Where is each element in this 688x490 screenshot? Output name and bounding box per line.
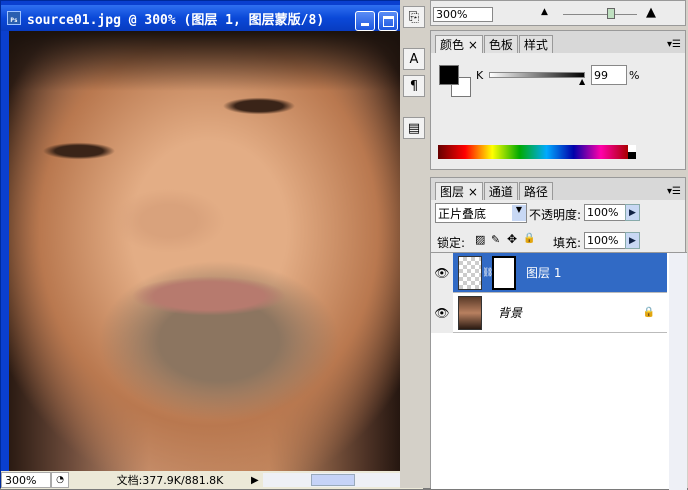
status-icon[interactable]: ◔ [51, 472, 69, 488]
status-menu-arrow-icon[interactable]: ▶ [251, 475, 263, 486]
layer-name: 背景 [498, 306, 523, 320]
opacity-slider-button[interactable]: ▶ [625, 204, 640, 221]
k-slider[interactable] [489, 72, 585, 78]
tab-swatches[interactable]: 色板 [483, 35, 518, 53]
tab-styles[interactable]: 样式 [518, 35, 553, 53]
visibility-eye-icon[interactable]: 👁 [431, 252, 453, 293]
panel-dock: 300% ▲ ▲ 颜色 × 色板 样式 ▾☰ K ▲ 99 % 图层 × 通道 路径 ▾… [428, 0, 688, 490]
layers-panel: 图层 × 通道 路径 ▾☰ 正片叠底 ▼ 不透明度: 100% ▶ 锁定: ▨ ✎ ✥… [430, 177, 687, 490]
fill-slider-button[interactable]: ▶ [625, 232, 640, 249]
lock-icon: 🔒 [642, 307, 655, 318]
k-value-field[interactable]: 99 [591, 65, 627, 85]
percent-label: % [629, 69, 640, 82]
status-bar: 300% ◔ 文档:377.9K/881.8K ▶ [1, 471, 423, 489]
layer-comps-icon[interactable]: ▤ [403, 117, 425, 139]
layer-name: 图层 1 [526, 266, 562, 280]
zoom-field[interactable]: 300% [1, 472, 51, 488]
channel-label: K [476, 69, 484, 82]
lock-all-icon[interactable]: 🔒 [523, 233, 535, 244]
layer-mask-thumbnail[interactable] [492, 255, 516, 290]
layer-row-background[interactable]: 👁 背景 🔒 [431, 292, 667, 333]
paragraph-icon[interactable]: ¶ [403, 75, 425, 97]
tab-label: 颜色 [440, 38, 465, 52]
layers-list: 👁 ⛓ 图层 1 👁 背景 🔒 [431, 252, 687, 490]
zoom-slider-handle[interactable] [607, 8, 615, 19]
maximize-button[interactable] [378, 11, 398, 31]
lock-move-icon[interactable]: ✥ [507, 232, 517, 246]
zoom-out-icon[interactable]: ▲ [541, 7, 548, 17]
foreground-color-swatch[interactable] [439, 65, 459, 85]
zoom-slider[interactable] [563, 14, 637, 15]
image-hair-region [9, 31, 409, 91]
document-window: Ps source01.jpg @ 300% (图层 1, 图层蒙版/8) ▼ … [0, 0, 423, 489]
tab-channels[interactable]: 通道 [483, 182, 518, 200]
minimize-button[interactable] [355, 11, 375, 31]
k-slider-handle[interactable]: ▲ [579, 77, 585, 86]
document-title: source01.jpg @ 300% (图层 1, 图层蒙版/8) [27, 12, 325, 28]
blend-mode-value: 正片叠底 [438, 206, 487, 221]
zoom-in-icon[interactable]: ▲ [646, 5, 656, 20]
layers-scrollbar[interactable] [669, 253, 687, 490]
lock-brush-icon[interactable]: ✎ [491, 233, 500, 246]
blend-mode-select[interactable]: 正片叠底 ▼ [435, 203, 527, 223]
color-panel: 颜色 × 色板 样式 ▾☰ K ▲ 99 % [430, 30, 686, 170]
fill-field[interactable]: 100% [584, 232, 626, 249]
tool-presets-icon[interactable]: ⎘ [403, 6, 425, 28]
image-canvas[interactable] [9, 31, 409, 471]
tab-layers[interactable]: 图层 × [435, 182, 483, 200]
layer-row-layer1[interactable]: 👁 ⛓ 图层 1 [431, 252, 667, 293]
lock-transparency-icon[interactable]: ▨ [475, 233, 485, 246]
photoshop-icon: Ps [7, 11, 21, 25]
lock-label: 锁定: [437, 236, 466, 250]
tab-color[interactable]: 颜色 × [435, 35, 483, 53]
mask-link-icon[interactable]: ⛓ [482, 268, 493, 278]
layer-thumbnail [458, 295, 482, 330]
hscroll-thumb[interactable] [311, 474, 355, 486]
doc-info: 文档:377.9K/881.8K [116, 474, 224, 487]
chevron-down-icon: ▼ [512, 205, 526, 221]
tab-label: 图层 [440, 185, 465, 199]
black-white-ramp[interactable] [628, 145, 636, 159]
layer-thumbnail [458, 255, 482, 290]
visibility-eye-icon[interactable]: 👁 [431, 292, 453, 333]
tab-paths[interactable]: 路径 [518, 182, 553, 200]
navigator-panel: 300% ▲ ▲ [430, 0, 686, 26]
opacity-field[interactable]: 100% [584, 204, 626, 221]
opacity-label: 不透明度: [529, 208, 582, 222]
document-titlebar[interactable]: Ps source01.jpg @ 300% (图层 1, 图层蒙版/8) [1, 5, 401, 31]
panel-menu-icon[interactable]: ▾☰ [667, 186, 681, 197]
navigator-zoom-field[interactable]: 300% [433, 7, 493, 22]
palette-well: ⎘ A ¶ ▤ [400, 0, 428, 488]
panel-menu-icon[interactable]: ▾☰ [667, 39, 681, 50]
horizontal-scrollbar[interactable] [263, 473, 423, 487]
fill-label: 填充: [553, 236, 582, 250]
color-ramp[interactable] [438, 145, 628, 159]
character-icon[interactable]: A [403, 48, 425, 70]
